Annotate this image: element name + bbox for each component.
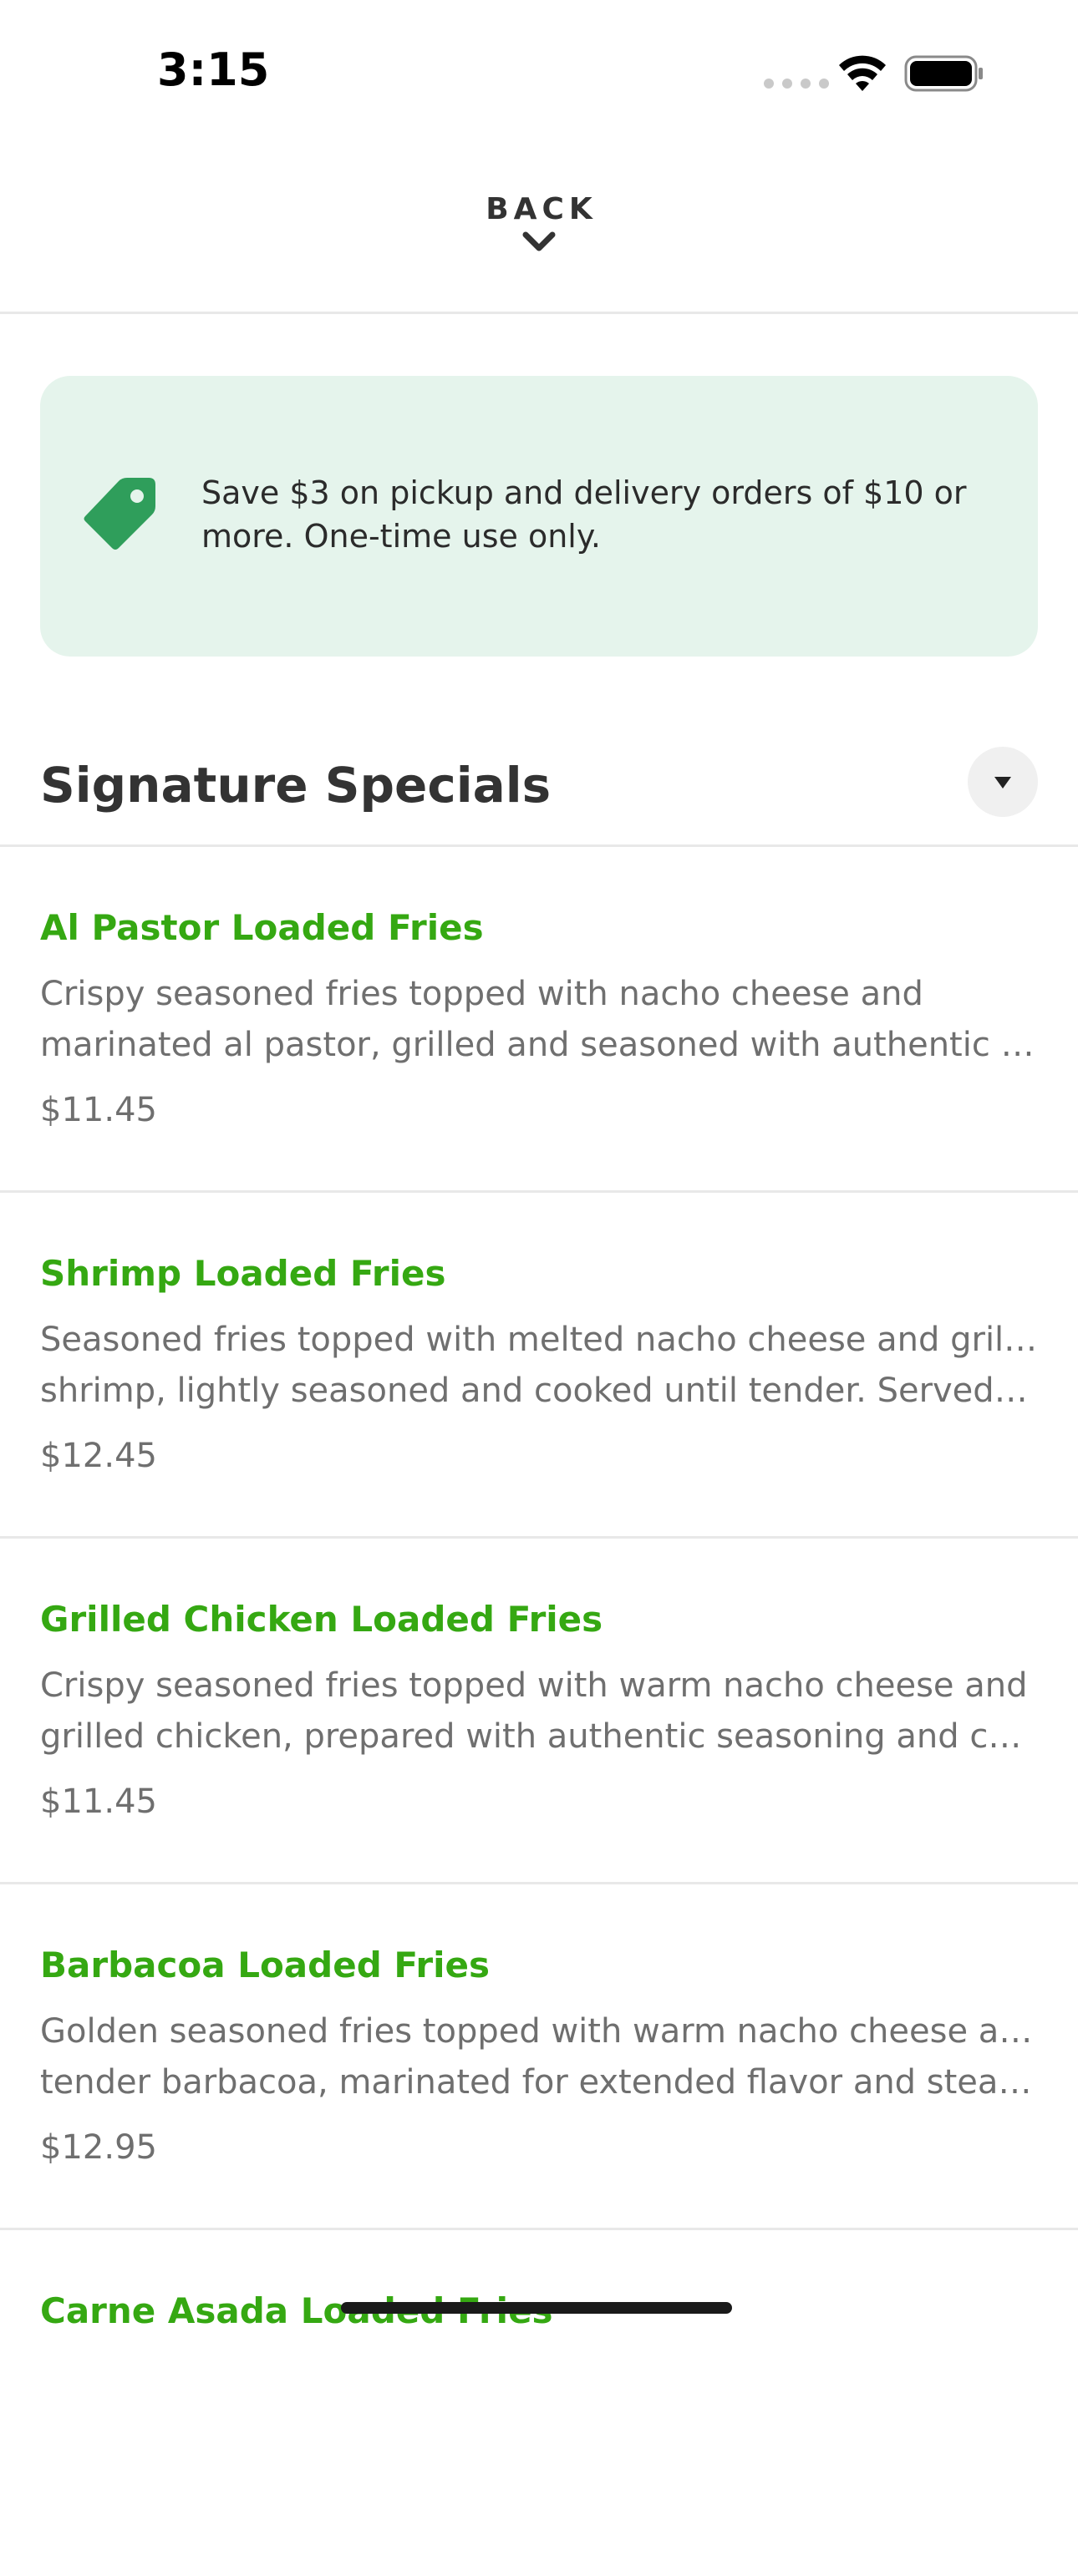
status-time: 3:15 [157, 43, 270, 96]
chevron-down-icon [522, 231, 556, 251]
status-bar: 3:15 [0, 0, 1078, 142]
menu-item[interactable]: Barbacoa Loaded Fries Golden seasoned fr… [0, 1884, 1078, 2230]
promo-banner[interactable]: Save $3 on pickup and delivery orders of… [40, 376, 1038, 657]
back-label: BACK [486, 192, 597, 226]
back-button[interactable]: BACK [455, 192, 623, 284]
home-indicator [341, 2302, 732, 2314]
cellular-signal-icon [764, 79, 829, 89]
menu-item[interactable]: Carne Asada Loaded Fries [0, 2230, 1078, 2576]
item-description: Seasoned fries topped with melted nacho … [40, 1321, 1038, 1410]
top-nav: BACK [0, 142, 1078, 314]
wifi-icon [839, 55, 886, 91]
item-description: Crispy seasoned fries topped with warm n… [40, 1666, 1038, 1756]
menu-item[interactable]: Shrimp Loaded Fries Seasoned fries toppe… [0, 1193, 1078, 1539]
menu-item[interactable]: Al Pastor Loaded Fries Crispy seasoned f… [0, 847, 1078, 1193]
promo-text: Save $3 on pickup and delivery orders of… [201, 474, 967, 555]
item-name: Shrimp Loaded Fries [40, 1253, 446, 1294]
menu-list: Al Pastor Loaded Fries Crispy seasoned f… [0, 847, 1078, 2576]
section-title: Signature Specials [40, 757, 552, 814]
item-price: $12.95 [40, 2128, 157, 2167]
menu-item[interactable]: Grilled Chicken Loaded Fries Crispy seas… [0, 1539, 1078, 1884]
item-price: $11.45 [40, 1091, 157, 1129]
section-collapse-button[interactable] [968, 747, 1038, 817]
tag-icon [84, 478, 155, 550]
item-price: $11.45 [40, 1782, 157, 1821]
item-name: Grilled Chicken Loaded Fries [40, 1599, 603, 1640]
item-price: $12.45 [40, 1437, 157, 1475]
item-description: Crispy seasoned fries topped with nacho … [40, 975, 1038, 1064]
item-description: Golden seasoned fries topped with warm n… [40, 2012, 1038, 2102]
caret-down-icon [994, 777, 1011, 789]
item-name: Barbacoa Loaded Fries [40, 1945, 490, 1985]
section-header: Signature Specials [0, 735, 1078, 847]
item-name: Al Pastor Loaded Fries [40, 907, 484, 948]
battery-icon [904, 55, 983, 92]
